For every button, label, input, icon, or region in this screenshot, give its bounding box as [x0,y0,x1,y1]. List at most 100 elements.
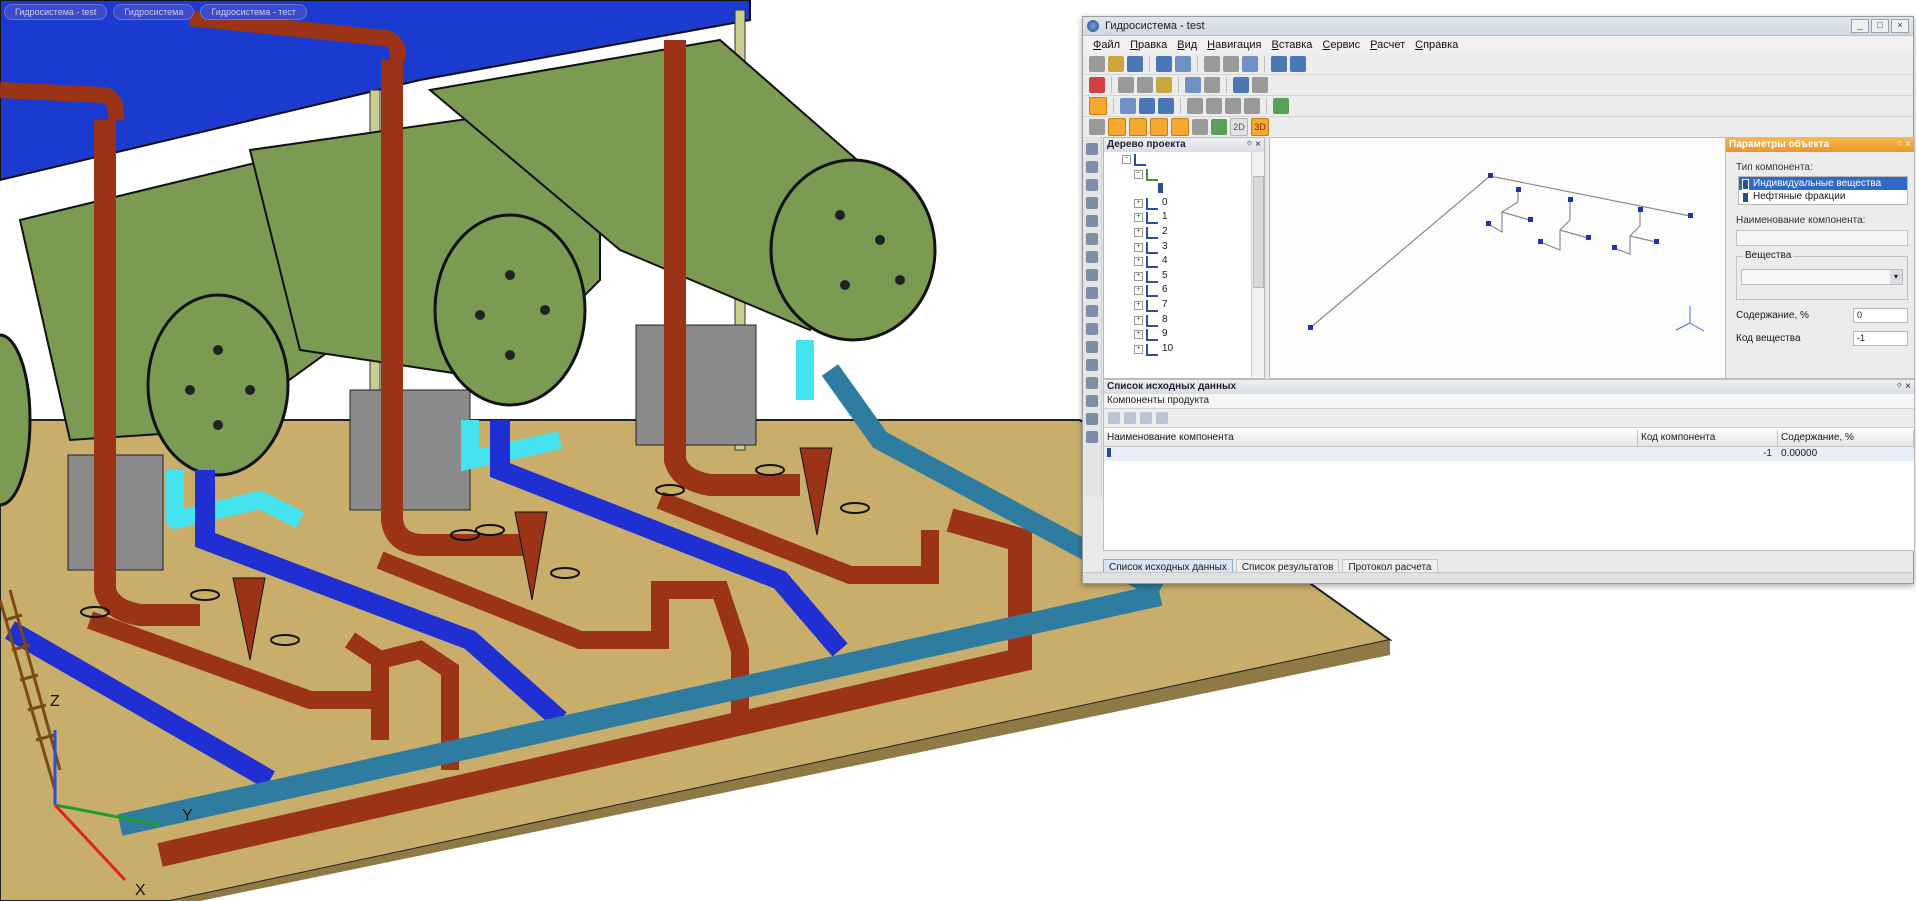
menu-navigation[interactable]: Навигация [1207,39,1261,51]
column-header[interactable]: Код компонента [1638,430,1778,447]
properties-icon[interactable] [1242,56,1258,72]
document-icon[interactable] [1192,119,1208,135]
expand-icon[interactable]: + [1134,242,1143,252]
column-header[interactable]: Наименование компонента [1104,430,1638,447]
tree-item[interactable]: +6 [1104,283,1264,298]
window-icon[interactable] [1175,56,1191,72]
tree-item[interactable]: +10 [1104,342,1264,357]
expand-icon[interactable]: + [1134,257,1143,267]
tree-item[interactable]: +7 [1104,298,1264,313]
collapse-icon[interactable]: − [1122,155,1131,164]
menu-insert[interactable]: Вставка [1272,39,1313,51]
zoom-window-icon[interactable] [1187,98,1203,114]
table-cell[interactable]: 0.00000 [1778,447,1914,461]
pump-tool-icon[interactable] [1086,197,1098,209]
circle-icon[interactable] [1156,412,1168,424]
close-icon[interactable]: ᛜ × [1896,138,1911,152]
title-bar[interactable]: Гидросистема - test _ □ × [1083,17,1913,36]
column-header[interactable]: Содержание, % [1778,430,1914,447]
print-icon[interactable] [1204,56,1220,72]
tree-item[interactable]: +2 [1104,225,1264,240]
expand-icon[interactable]: + [1134,198,1143,208]
scroll-thumb[interactable] [1253,176,1264,288]
delete-icon[interactable] [1089,77,1105,93]
line-icon[interactable] [1204,77,1220,93]
drain-tool-icon[interactable] [1086,395,1098,407]
pan-icon[interactable] [1139,98,1155,114]
tree-item[interactable]: +5 [1104,269,1264,284]
export-icon[interactable] [1211,119,1227,135]
tree-item[interactable]: +3 [1104,240,1264,255]
zoom-in-icon[interactable] [1206,98,1222,114]
cad-tab[interactable]: Гидросистема - тест [200,4,307,20]
view-options-icon[interactable] [1273,98,1289,114]
save-icon[interactable] [1127,56,1143,72]
zoom-all-icon[interactable] [1244,98,1260,114]
expand-icon[interactable]: + [1134,213,1143,223]
view-2d-button[interactable]: 2D [1230,118,1248,136]
menu-view[interactable]: Вид [1177,39,1197,51]
redo-icon[interactable] [1252,77,1268,93]
component-type-list[interactable]: Индивидуальные вещества Нефтяные фракции [1738,176,1908,205]
route-icon[interactable] [1129,118,1147,136]
substance-combobox[interactable]: ▾ [1741,269,1903,285]
menu-service[interactable]: Сервис [1322,39,1360,51]
table-icon[interactable] [1108,412,1120,424]
expand-icon[interactable]: + [1134,271,1143,281]
undo-icon[interactable] [1233,77,1249,93]
scheme-icon[interactable] [1108,118,1126,136]
reducer-tool-icon[interactable] [1086,251,1098,263]
tree-substance-node[interactable]: − [1104,167,1264,182]
minus-icon[interactable] [1140,412,1152,424]
support-tool-icon[interactable] [1086,359,1098,371]
chevron-down-icon[interactable]: ▾ [1890,270,1902,284]
open-folder-icon[interactable] [1108,56,1124,72]
expand-icon[interactable]: + [1134,227,1143,237]
help-icon[interactable] [1290,56,1306,72]
tree-item[interactable]: +8 [1104,313,1264,328]
expand-icon[interactable]: + [1134,300,1143,310]
grid-icon[interactable] [1089,119,1105,135]
tree-item[interactable]: +9 [1104,327,1264,342]
bend-tool-icon[interactable] [1086,161,1098,173]
valve-tool-icon[interactable] [1086,233,1098,245]
sink-tool-icon[interactable] [1086,413,1098,425]
component-name-field[interactable] [1736,230,1908,246]
view-3d-button[interactable]: 3D [1251,118,1269,136]
pipe-route-icon[interactable] [1150,118,1168,136]
flange-tool-icon[interactable] [1086,305,1098,317]
expand-icon[interactable]: + [1134,330,1143,340]
copy-icon[interactable] [1137,77,1153,93]
tool-icon[interactable] [1185,77,1201,93]
orifice-tool-icon[interactable] [1086,323,1098,335]
cut-icon[interactable] [1118,77,1134,93]
component-type-option[interactable]: Индивидуальные вещества [1739,177,1907,190]
tree-root[interactable]: − [1104,152,1264,167]
edit-icon[interactable] [1124,412,1136,424]
table-cell[interactable] [1104,447,1638,461]
new-file-icon[interactable] [1089,56,1105,72]
cad-tab[interactable]: Гидросистема [113,4,195,20]
print-preview-icon[interactable] [1223,56,1239,72]
close-button[interactable]: × [1891,19,1909,33]
check-valve-tool-icon[interactable] [1086,341,1098,353]
rotate-icon[interactable] [1158,98,1174,114]
zoom-icon[interactable] [1120,98,1136,114]
tree-item[interactable]: +4 [1104,254,1264,269]
calculator-icon[interactable] [1156,56,1172,72]
menu-calculation[interactable]: Расчет [1370,39,1405,51]
tree-item[interactable]: +1 [1104,210,1264,225]
settings-icon[interactable] [1271,56,1287,72]
close-icon[interactable]: ᛜ × [1246,138,1261,152]
paste-icon[interactable] [1156,77,1172,93]
tree-component-node[interactable] [1104,181,1264,196]
source-tool-icon[interactable] [1086,431,1098,443]
menu-help[interactable]: Справка [1415,39,1458,51]
tank-tool-icon[interactable] [1086,215,1098,227]
table-row[interactable]: -1 0.00000 [1104,447,1914,461]
heater-tool-icon[interactable] [1086,287,1098,299]
expand-icon[interactable]: + [1134,315,1143,325]
select-pointer-icon[interactable] [1089,97,1107,115]
tree-item[interactable]: +0 [1104,196,1264,211]
menu-file[interactable]: Файл [1093,39,1120,51]
